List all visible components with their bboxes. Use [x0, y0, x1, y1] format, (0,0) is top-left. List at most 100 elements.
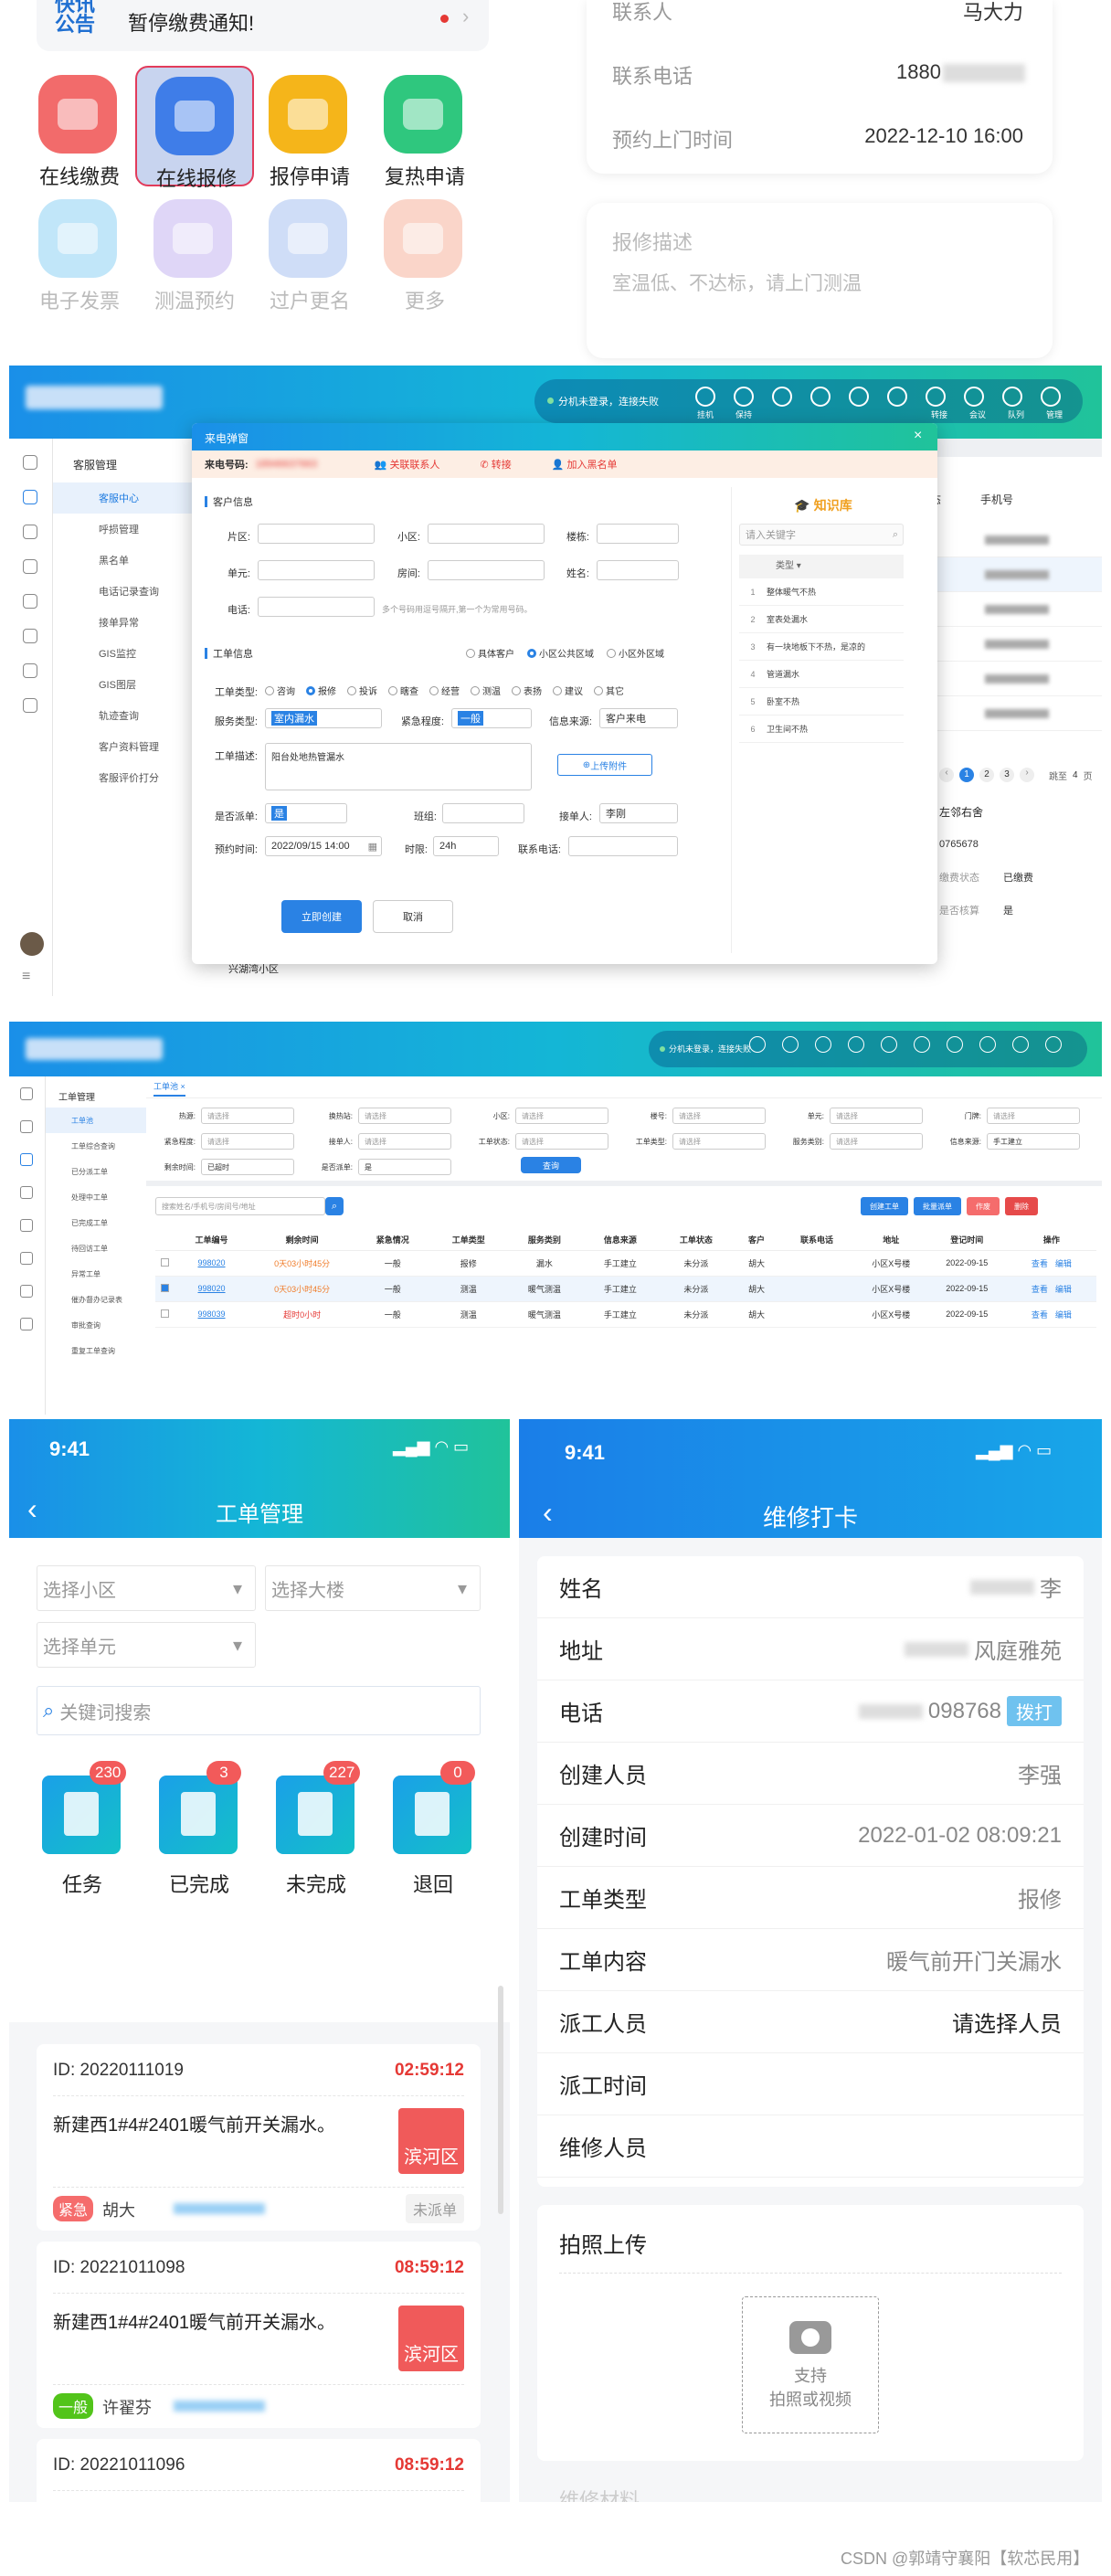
bell-icon[interactable] — [20, 1219, 33, 1232]
ticket-type-radio[interactable]: 其它 — [594, 684, 624, 697]
detail-row[interactable]: 创建时间 2022-01-02 08:09:21 — [537, 1805, 1084, 1867]
area-radio[interactable]: 小区公共区域 — [527, 646, 594, 660]
action-button[interactable]: 创建工单 — [861, 1197, 908, 1215]
menu-toggle-icon[interactable]: ≡ — [22, 969, 30, 985]
stat-tile[interactable]: 0 退回 — [387, 1761, 479, 1903]
queue-icon[interactable] — [1002, 387, 1022, 407]
headset-icon[interactable] — [20, 1120, 33, 1133]
order-card[interactable]: ID: 20220111019 02:59:12 新建西1#4#2401暖气前开关漏… — [37, 2044, 481, 2231]
kb-search[interactable]: 请入关键字 ⌕ — [739, 524, 904, 546]
form-row[interactable]: 联系人 马大力 — [612, 0, 1032, 33]
select-area[interactable] — [258, 524, 375, 544]
filter-select[interactable]: 请选择 — [201, 1133, 294, 1150]
filter-select[interactable]: 请选择 — [830, 1133, 923, 1150]
service-tile[interactable]: 更多 — [365, 190, 484, 313]
upload-button[interactable]: ⊕ 上传附件 — [557, 754, 652, 776]
select-unit[interactable] — [258, 560, 375, 580]
sidebar-item[interactable]: 审批查询 — [46, 1312, 146, 1338]
filter-select[interactable]: 请选择 — [515, 1108, 608, 1124]
ticket-type-radio[interactable]: 报修 — [306, 684, 336, 697]
toolbar-icon[interactable] — [947, 1036, 963, 1053]
row-checkbox[interactable] — [155, 1301, 174, 1327]
photo-upload[interactable]: 支持 拍照或视频 — [742, 2296, 879, 2433]
detail-row[interactable]: 电话 098768 拨打 — [537, 1680, 1084, 1743]
order-card[interactable]: ID: 2022101109608:59:12新建西1#4#2401暖气前开关漏… — [37, 2439, 481, 2502]
avatar[interactable] — [20, 932, 44, 956]
sidebar-item[interactable]: 处理中工单 — [46, 1184, 146, 1210]
cloud-icon[interactable] — [23, 629, 37, 643]
page-2[interactable]: 2 — [979, 768, 994, 782]
order-card[interactable]: ID: 20221011098 08:59:12 新建西1#4#2401暖气前开关漏… — [37, 2242, 481, 2428]
service-tile[interactable]: 在线缴费 — [20, 66, 139, 188]
textarea-desc[interactable]: 阳台处地热管漏水 — [265, 743, 532, 790]
scrollbar[interactable] — [498, 1986, 503, 2214]
toolbar-icon[interactable] — [1045, 1036, 1062, 1053]
cancel-button[interactable]: 取消 — [373, 900, 453, 933]
sidebar-item[interactable]: 工单综合查询 — [46, 1133, 146, 1159]
jump-input[interactable]: 4 — [1073, 770, 1078, 780]
table-row[interactable]: 998020 0天03小时45分 一般 测温 暖气测温 手工建立 未分派 胡大 小区X号楼 202… — [155, 1276, 1096, 1301]
kb-item[interactable]: 2 室表处漏水 — [739, 606, 904, 633]
ticket-type-radio[interactable]: 表扬 — [512, 684, 542, 697]
meeting-icon[interactable] — [964, 387, 984, 407]
filter-select[interactable]: 请选择 — [987, 1108, 1080, 1124]
filter-select[interactable]: 请选择 — [358, 1133, 451, 1150]
phone-icon[interactable] — [810, 387, 831, 407]
detail-row[interactable]: 维修人员 — [537, 2115, 1084, 2178]
select-building[interactable] — [597, 524, 679, 544]
detail-row[interactable]: 姓名 李 — [537, 1556, 1084, 1618]
action-button[interactable]: 删除 — [1005, 1197, 1038, 1215]
settings-icon[interactable] — [23, 698, 37, 713]
view-link[interactable]: 查看 — [1032, 1285, 1048, 1294]
layers-icon[interactable] — [20, 1285, 33, 1298]
kb-item[interactable]: 3 有一块地板下不热，是凉的 — [739, 633, 904, 661]
filter-select[interactable]: 请选择 — [515, 1133, 608, 1150]
ticket-type-radio[interactable]: 瞎查 — [388, 684, 418, 697]
hold-icon[interactable] — [734, 387, 754, 407]
input-time[interactable]: 2022/09/15 14:00 ▦ — [265, 836, 382, 856]
bell-icon[interactable] — [23, 594, 37, 609]
settings-icon[interactable] — [20, 1318, 33, 1330]
sidebar-item[interactable]: 已分派工单 — [46, 1159, 146, 1184]
stat-tile[interactable]: 227 未完成 — [270, 1761, 362, 1903]
sidebar-item[interactable]: 已完成工单 — [46, 1210, 146, 1235]
create-button[interactable]: 立即创建 — [281, 900, 362, 933]
table-row[interactable]: 998020 0天03小时45分 一般 报修 漏水 手工建立 未分派 胡大 小区X号楼 2022-… — [155, 1250, 1096, 1276]
filter-select[interactable]: 请选择 — [672, 1108, 766, 1124]
detail-row[interactable]: 派工人员 请选择人员 — [537, 1991, 1084, 2053]
edit-link[interactable]: 编辑 — [1055, 1285, 1072, 1294]
input-phone[interactable] — [258, 597, 375, 617]
description-card[interactable]: 报修描述 室温低、不达标，请上门测温 — [587, 203, 1053, 358]
ticket-type-radio[interactable]: 建议 — [553, 684, 583, 697]
select-service-type[interactable]: 室内漏水 — [265, 708, 382, 728]
filter-select[interactable]: 请选择 — [672, 1133, 766, 1150]
select-receiver[interactable]: 李刚 — [599, 803, 678, 823]
cloud-icon[interactable] — [20, 1252, 33, 1265]
busy-icon[interactable] — [849, 387, 869, 407]
kb-item[interactable]: 1 整体暖气不热 — [739, 578, 904, 606]
sidebar-item[interactable]: 异常工单 — [46, 1261, 146, 1287]
message-icon[interactable] — [23, 559, 37, 574]
service-tile[interactable]: 在线报修 — [135, 66, 254, 190]
detail-row[interactable]: 工单内容 暖气前开门关漏水 — [537, 1929, 1084, 1991]
ticket-type-radio[interactable]: 咨询 — [265, 684, 295, 697]
page-3[interactable]: 3 — [1000, 768, 1014, 782]
sidebar-item[interactable]: 重复工单查询 — [46, 1338, 146, 1363]
table-cell[interactable]: 998039 — [174, 1301, 249, 1327]
ivr-icon[interactable] — [926, 387, 946, 407]
edit-link[interactable]: 编辑 — [1055, 1310, 1072, 1320]
idle-icon[interactable] — [887, 387, 907, 407]
ticket-type-radio[interactable]: 投诉 — [347, 684, 377, 697]
input-name[interactable] — [597, 560, 679, 580]
detail-row[interactable]: 创建人员 李强 — [537, 1743, 1084, 1805]
sidebar-item[interactable]: 催办督办记录表 — [46, 1287, 146, 1312]
kb-item[interactable]: 6 卫生间不热 — [739, 716, 904, 743]
link-contact[interactable]: 👥 关联联系人 — [375, 457, 440, 472]
select-unit-m[interactable]: 选择单元 ▾ — [37, 1622, 256, 1668]
stat-tile[interactable]: 230 任务 — [37, 1761, 128, 1903]
toolbar-icon[interactable] — [914, 1036, 930, 1053]
filter-select[interactable]: 请选择 — [201, 1108, 294, 1124]
filter-select[interactable]: 手工建立 — [987, 1133, 1080, 1150]
stat-tile[interactable]: 3 已完成 — [153, 1761, 245, 1903]
filter-select[interactable]: 已超时 — [201, 1159, 294, 1175]
